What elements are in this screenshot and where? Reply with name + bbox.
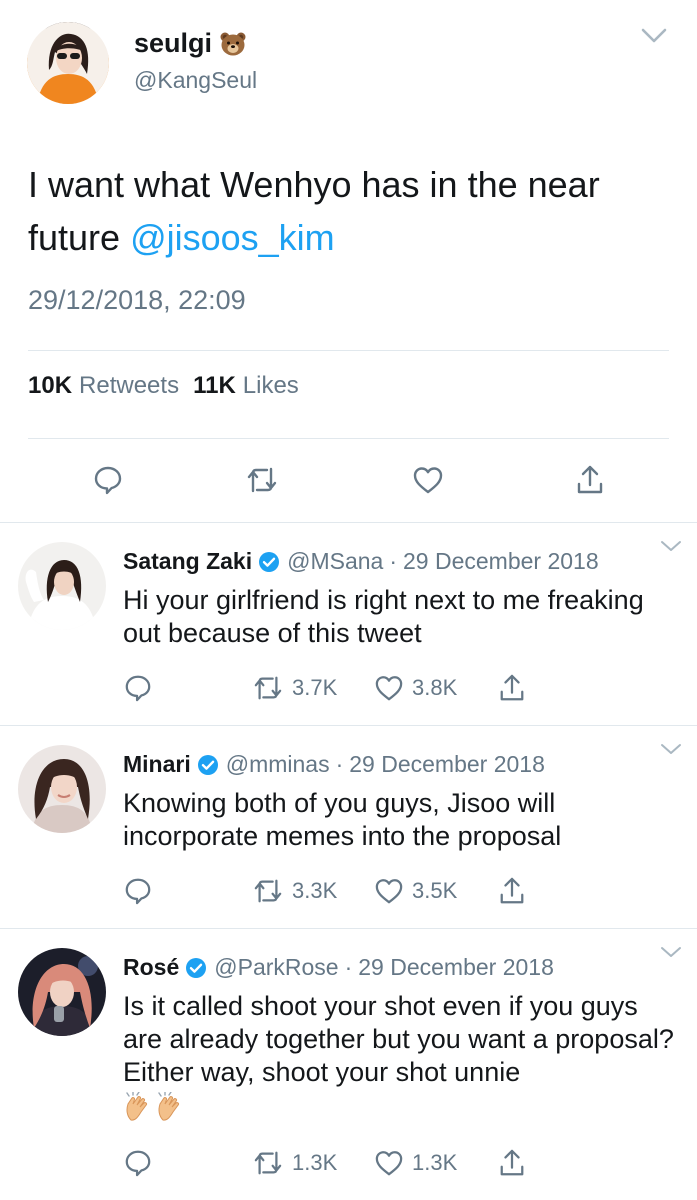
reply-text: Is it called shoot your shot even if you…	[123, 990, 679, 1122]
main-tweet: seulgi @KangSeul I want what Wenhyo has …	[0, 0, 697, 522]
retweet-count: 3.7K	[292, 675, 338, 700]
retweet-button[interactable]: 3.7K	[252, 670, 337, 706]
heart-icon	[375, 1151, 403, 1176]
retweet-label: Retweets	[79, 372, 180, 399]
reply-author-name[interactable]: Rosé	[123, 954, 179, 981]
tweet-timestamp[interactable]: 29/12/2018, 22:09	[28, 285, 246, 316]
tweet-stats: 10K Retweets 11K Likes	[28, 372, 299, 400]
reply-tweet[interactable]: Rosé @ParkRose · 29 December 2018 Is it …	[0, 928, 697, 1200]
author-handle[interactable]: @KangSeul	[134, 67, 257, 94]
like-button[interactable]: 1.3K	[374, 1145, 457, 1181]
reply-header: Satang Zaki @MSana · 29 December 2018	[123, 548, 599, 575]
like-button[interactable]: 3.5K	[374, 873, 457, 909]
reply-date[interactable]: 29 December 2018	[358, 954, 554, 981]
retweet-count: 10K	[28, 372, 73, 399]
chevron-down-icon[interactable]	[660, 743, 682, 755]
reply-handle[interactable]: @mminas	[226, 751, 330, 778]
reply-action-bar: 3.3K 3.5K	[0, 873, 697, 909]
chevron-down-icon[interactable]	[660, 946, 682, 958]
likes-stat[interactable]: 11K Likes	[193, 372, 299, 400]
divider	[28, 350, 669, 351]
author-avatar[interactable]	[27, 22, 109, 104]
share-icon[interactable]	[570, 460, 610, 500]
like-button[interactable]: 3.8K	[374, 670, 457, 706]
reply-icon[interactable]	[124, 670, 152, 706]
share-icon[interactable]	[498, 670, 526, 706]
reply-date[interactable]: 29 December 2018	[403, 548, 599, 575]
reply-handle[interactable]: @ParkRose	[214, 954, 338, 981]
chevron-down-icon[interactable]	[641, 28, 667, 44]
like-label: Likes	[242, 372, 299, 399]
reply-text: Knowing both of you guys, Jisoo will inc…	[123, 788, 562, 851]
separator-dot: ·	[389, 548, 398, 574]
reply-tweet[interactable]: Satang Zaki @MSana · 29 December 2018 Hi…	[0, 522, 697, 724]
share-icon[interactable]	[498, 873, 526, 909]
retweet-icon	[254, 1151, 282, 1175]
like-count: 11K	[193, 372, 236, 399]
separator-dot: ·	[344, 954, 353, 980]
like-count: 1.3K	[412, 1150, 458, 1175]
reply-avatar[interactable]	[18, 948, 106, 1036]
like-count: 3.5K	[412, 878, 458, 903]
retweet-button[interactable]: 3.3K	[252, 873, 337, 909]
reply-icon[interactable]	[124, 873, 152, 909]
verified-badge-icon	[197, 754, 218, 775]
divider	[28, 438, 669, 439]
tweet-action-bar	[0, 460, 697, 504]
reply-icon[interactable]	[124, 1145, 152, 1181]
retweets-stat[interactable]: 10K Retweets	[28, 372, 179, 400]
reply-author-name[interactable]: Minari	[123, 751, 191, 778]
bear-face-emoji	[220, 32, 246, 56]
reply-text: Hi your girlfriend is right next to me f…	[123, 585, 644, 648]
reply-avatar[interactable]	[18, 542, 106, 630]
author-name[interactable]: seulgi	[134, 28, 212, 59]
heart-icon	[375, 879, 403, 904]
clapping-hands-emoji	[155, 1091, 185, 1122]
reply-handle[interactable]: @MSana	[287, 548, 383, 575]
clapping-hands-emoji	[123, 1091, 153, 1122]
retweet-count: 1.3K	[292, 1150, 338, 1175]
heart-icon[interactable]	[408, 460, 448, 500]
reply-header: Rosé @ParkRose · 29 December 2018	[123, 954, 554, 981]
reply-author-name[interactable]: Satang Zaki	[123, 548, 252, 575]
retweet-count: 3.3K	[292, 878, 338, 903]
reply-action-bar: 1.3K 1.3K	[0, 1145, 697, 1181]
chevron-down-icon[interactable]	[660, 540, 682, 552]
reply-text-body: Is it called shoot your shot even if you…	[123, 991, 674, 1087]
retweet-icon[interactable]	[242, 460, 282, 500]
reply-date[interactable]: 29 December 2018	[349, 751, 545, 778]
separator-dot: ·	[335, 751, 344, 777]
reply-tweet[interactable]: Minari @mminas · 29 December 2018 Knowin…	[0, 725, 697, 927]
retweet-button[interactable]: 1.3K	[252, 1145, 337, 1181]
heart-icon	[375, 676, 403, 701]
verified-badge-icon	[186, 957, 207, 978]
retweet-icon	[254, 879, 282, 903]
reply-action-bar: 3.7K 3.8K	[0, 670, 697, 706]
mention-link[interactable]: @jisoos_kim	[130, 217, 335, 258]
reply-icon[interactable]	[88, 460, 128, 500]
like-count: 3.8K	[412, 675, 458, 700]
verified-badge-icon	[259, 551, 280, 572]
tweet-text: I want what Wenhyo has in the near futur…	[28, 158, 668, 264]
share-icon[interactable]	[498, 1145, 526, 1181]
reply-header: Minari @mminas · 29 December 2018	[123, 751, 545, 778]
reply-avatar[interactable]	[18, 745, 106, 833]
retweet-icon	[254, 676, 282, 700]
author-name-row: seulgi	[134, 28, 246, 59]
